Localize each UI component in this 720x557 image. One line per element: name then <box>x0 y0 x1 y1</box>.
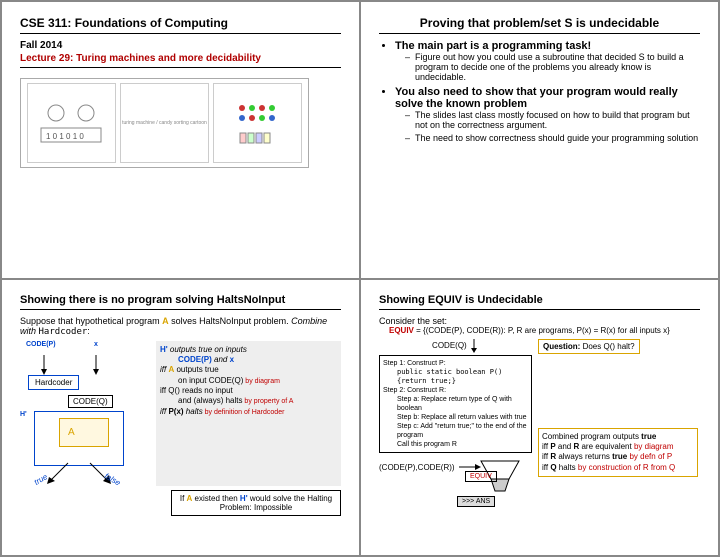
p-hdr-hp: H' <box>160 345 168 354</box>
slide-4-title: Showing EQUIV is Undecidable <box>379 294 700 310</box>
slide-2: Proving that problem/set S is undecidabl… <box>360 1 719 279</box>
p-iff3r: by definition of Hardcoder <box>203 409 285 416</box>
cartoon-image: 1 0 1 0 1 0 turing machine / candy sorti… <box>20 78 309 168</box>
step2d: Call this program R <box>397 440 528 449</box>
slide-1: CSE 311: Foundations of Computing Fall 2… <box>1 1 360 279</box>
a-box-label: A <box>68 427 75 438</box>
bullet-2b: The need to show correctness should guid… <box>405 133 700 143</box>
step2c: Step c: Add "return true;" to the end of… <box>397 422 528 440</box>
code-q-label: CODE(Q) <box>432 341 467 350</box>
c1e: are equivalent <box>579 442 631 451</box>
slide-2-title: Proving that problem/set S is undecidabl… <box>379 16 700 34</box>
code-q-box: CODE(Q) <box>68 395 113 408</box>
c-true: true <box>641 432 656 441</box>
a-box: A <box>59 418 109 447</box>
bullet-2: You also need to show that your program … <box>395 86 700 143</box>
candy-grid-drawing <box>213 83 302 163</box>
label-code-p: CODE(P) <box>26 341 56 348</box>
p-iff1-text: outputs true <box>174 365 218 374</box>
course-title: CSE 311: Foundations of Computing <box>20 16 341 34</box>
label-hprime: H' <box>20 411 27 418</box>
slide-3-title: Showing there is no program solving Halt… <box>20 294 341 310</box>
slide-4: Showing EQUIV is Undecidable Consider th… <box>360 279 719 557</box>
c3r: by construction of R from Q <box>576 463 676 472</box>
step2a: Step a: Replace return type of Q with bo… <box>397 395 528 413</box>
construction-steps-box: Step 1: Construct P: public static boole… <box>379 355 532 454</box>
p-iff3b: P(x) <box>168 407 183 416</box>
question-label: Question: <box>543 342 580 351</box>
question-box: Question: Does Q() halt? <box>538 339 640 354</box>
p-l2-codep: CODE(P) <box>178 355 212 364</box>
bullet-1a: Figure out how you could use a subroutin… <box>405 52 700 82</box>
hprime-container: A <box>34 411 124 466</box>
bullet-1: The main part is a programming task! Fig… <box>395 40 700 82</box>
halt-hp: H' <box>240 494 248 503</box>
slide-3-intro: Suppose that hypothetical program A solv… <box>20 316 341 337</box>
label-x: x <box>94 341 98 348</box>
equiv-def: EQUIV = {(CODE(P), CODE(R)): P, R are pr… <box>389 326 700 335</box>
step2b: Step b: Replace all return values with t… <box>397 413 528 422</box>
slide-3: Showing there is no program solving Halt… <box>1 279 360 557</box>
dots-icon <box>232 98 282 148</box>
c2d: true <box>612 452 627 461</box>
lecture-title: Lecture 29: Turing machines and more dec… <box>20 53 341 68</box>
ans-box: >>> ANS <box>457 496 495 507</box>
p-l2-x: x <box>230 355 234 364</box>
bullet-list: The main part is a programming task! Fig… <box>395 40 700 143</box>
p-iff2: iff Q() reads no input <box>160 386 337 396</box>
halt1: If <box>180 494 187 503</box>
hardcoder-box: Hardcoder <box>28 375 79 390</box>
p-iff2b: and (always) halts <box>178 396 242 405</box>
arrow-down-icon <box>469 339 479 353</box>
equiv-box: EQUIV <box>465 471 497 482</box>
bullet-2a: The slides last class mostly focused on … <box>405 110 700 130</box>
step2: Step 2: Construct R: <box>383 386 528 395</box>
turing-tape-drawing: 1 0 1 0 1 0 <box>27 83 116 163</box>
intro-hardcoder: Hardcoder <box>39 327 88 337</box>
p-iff1b: on input CODE(Q) <box>178 376 243 385</box>
bullet-1-text: The main part is a programming task! <box>395 40 591 52</box>
p-iff2r: by property of A <box>242 398 293 405</box>
consider-label: Consider the set: <box>379 316 700 326</box>
c1c: and <box>556 442 574 451</box>
p-l2-and: and <box>212 355 230 364</box>
c-hdr: Combined program outputs <box>542 432 641 441</box>
c2c: always returns <box>556 452 612 461</box>
tape-icon: 1 0 1 0 1 0 <box>36 98 106 148</box>
halting-conclusion-box: If A existed then H' would solve the Hal… <box>171 490 341 516</box>
intro-part1: Suppose that hypothetical program <box>20 316 162 326</box>
intro-part2: solves HaltsNoInput problem. <box>169 316 292 326</box>
pair-label: (CODE(P),CODE(R)) <box>379 457 455 472</box>
p-hdr-text: outputs true on inputs <box>168 345 247 354</box>
bullet-2-text: You also need to show that your program … <box>395 86 678 110</box>
hardcoder-diagram: CODE(P) x Hardcoder CODE(Q) H' A <box>20 341 150 486</box>
c1r: by diagram <box>632 442 674 451</box>
comic-text-panel: turing machine / candy sorting cartoon <box>120 83 209 163</box>
p-iff3c: halts <box>184 407 203 416</box>
properties-box: H' outputs true on inputs CODE(P) and x … <box>156 341 341 486</box>
question-text: Does Q() halt? <box>580 342 634 351</box>
c3c: halts <box>557 463 576 472</box>
step1: Step 1: Construct P: <box>383 359 528 368</box>
step1-code: public static boolean P() {return true;} <box>397 368 528 386</box>
svg-text:1 0 1 0 1 0: 1 0 1 0 1 0 <box>46 132 84 141</box>
c2r: by defn of P <box>627 452 672 461</box>
p-iff1r: by diagram <box>243 378 280 385</box>
halt2: existed then <box>192 494 240 503</box>
combined-output-box: Combined program outputs true iff P and … <box>538 428 698 478</box>
term: Fall 2014 <box>20 40 341 51</box>
